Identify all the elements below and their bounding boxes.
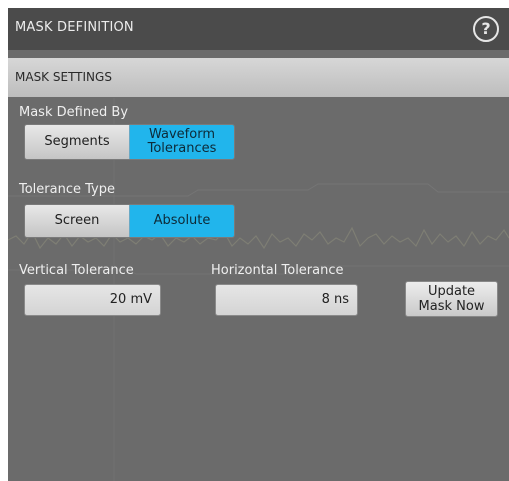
- screen-option[interactable]: Screen: [25, 205, 129, 237]
- section-title: MASK SETTINGS: [15, 70, 112, 84]
- panel-title: MASK DEFINITION: [15, 20, 134, 35]
- update-button-line1: Update: [427, 284, 476, 299]
- mask-defined-by-label: Mask Defined By: [19, 105, 129, 120]
- tolerance-type-label: Tolerance Type: [19, 182, 115, 197]
- update-button-line2: Mask Now: [418, 299, 485, 314]
- mask-defined-by-toggle: Segments Waveform Tolerances: [24, 124, 235, 160]
- update-mask-now-button[interactable]: Update Mask Now: [405, 281, 498, 317]
- waveform-tolerances-option[interactable]: Waveform Tolerances: [129, 125, 234, 159]
- help-icon[interactable]: ?: [473, 16, 499, 42]
- horizontal-tolerance-field[interactable]: 8 ns: [215, 284, 358, 316]
- vertical-tolerance-label: Vertical Tolerance: [19, 263, 134, 278]
- tolerance-type-toggle: Screen Absolute: [24, 204, 235, 238]
- absolute-option[interactable]: Absolute: [129, 205, 234, 237]
- panel-header: MASK DEFINITION ?: [8, 8, 509, 50]
- waveform-tolerances-label: Waveform Tolerances: [147, 127, 217, 156]
- segments-option[interactable]: Segments: [25, 125, 129, 159]
- horizontal-tolerance-label: Horizontal Tolerance: [211, 263, 344, 278]
- section-header: MASK SETTINGS: [8, 58, 509, 97]
- mask-definition-panel: MASK DEFINITION ? MASK SETTINGS Mask Def…: [8, 8, 509, 481]
- vertical-tolerance-field[interactable]: 20 mV: [24, 284, 161, 316]
